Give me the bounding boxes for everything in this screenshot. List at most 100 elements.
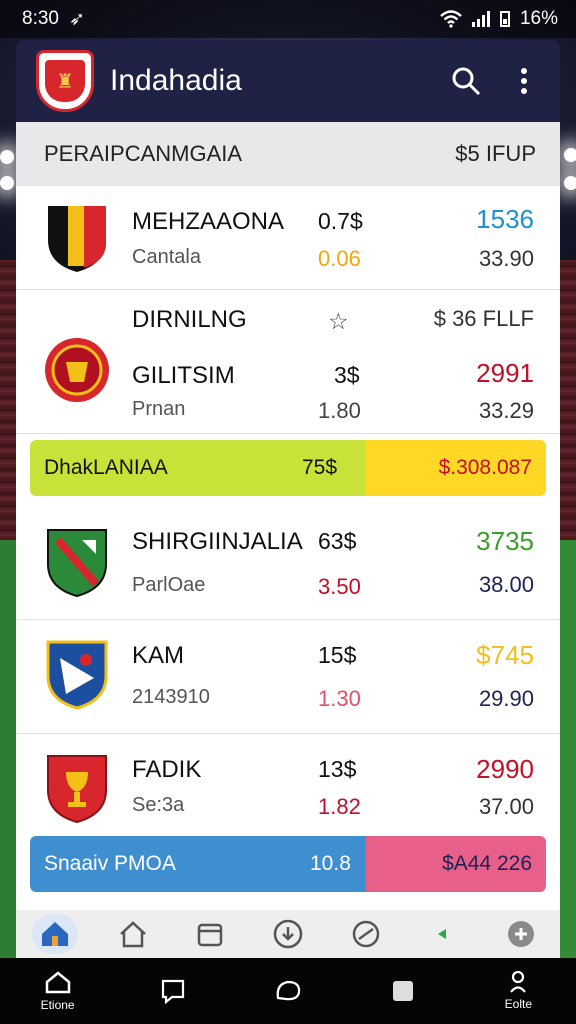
team-subtitle: ParlOae <box>132 574 206 596</box>
odds-panel: PERAIPCANMGAIA $5 IFUP MEHZAAONA Cantala… <box>16 122 560 958</box>
odds-percent[interactable]: 13$ <box>318 756 356 783</box>
banner-value: $A44 226 <box>442 852 532 875</box>
team-subtitle: 2143910 <box>132 686 210 708</box>
system-nav-bar: Etione Eolte <box>0 958 576 1024</box>
odds-percent[interactable]: 63$ <box>318 528 356 555</box>
odds-percent[interactable]: 15$ <box>318 642 356 669</box>
status-time: 8:30 <box>22 8 59 29</box>
home-icon <box>45 971 70 994</box>
tab-live[interactable] <box>420 914 466 954</box>
settings-icon <box>508 921 535 947</box>
tab-home-active[interactable] <box>31 914 78 954</box>
home-outline-icon <box>119 921 146 948</box>
team-subtitle: Cantala <box>132 246 201 268</box>
odds-value[interactable]: 1.82 <box>318 794 361 820</box>
app-bar: ♜ Indahadia <box>16 40 560 122</box>
price-bottom: 37.00 <box>478 794 534 819</box>
odds-value[interactable]: 1.30 <box>318 686 361 712</box>
promo-banner[interactable]: Snaaiv PMOA 10.8 $A44 226 <box>30 836 546 892</box>
banner-label: Snaaiv PMOA <box>44 852 176 875</box>
floodlight <box>0 176 14 190</box>
tab-target[interactable] <box>343 914 389 954</box>
team-crest-icon <box>46 640 108 710</box>
back-icon <box>161 979 184 1004</box>
odds-value[interactable]: 1.80 <box>318 398 361 424</box>
odds-value[interactable]: 0.06 <box>318 246 361 272</box>
status-bar: 8:30 ➶ 16% <box>0 0 576 38</box>
team-name: FADIK <box>132 756 202 783</box>
search-icon <box>452 67 481 96</box>
team-crest-icon <box>48 206 106 272</box>
floodlight <box>0 150 14 164</box>
eagle-icon: ♜ <box>45 60 85 102</box>
banner-percent: 75$ <box>302 456 338 479</box>
match-row[interactable]: MEHZAAONA Cantala 0.7$ 0.06 1536 33.90 <box>16 186 560 290</box>
app-title: Indahadia <box>110 64 242 97</box>
price-bottom: 38.00 <box>478 572 534 597</box>
tab-settings[interactable] <box>498 914 544 954</box>
nav-chat-button[interactable] <box>248 978 328 1004</box>
odds-value[interactable]: 3.50 <box>318 574 361 600</box>
team-name: GILITSIM <box>132 362 235 389</box>
more-options-button[interactable] <box>504 61 544 101</box>
odds-percent[interactable]: 0.7$ <box>318 208 363 235</box>
nav-recents-button[interactable] <box>363 979 443 1003</box>
group-header-right: $ 36 FLLF <box>433 306 534 331</box>
nav-home-label: Etione <box>40 998 75 1012</box>
star-icon[interactable]: ☆ <box>328 308 349 335</box>
team-crest-icon <box>47 529 107 598</box>
price-bottom: 33.90 <box>478 246 534 271</box>
banner-percent: 10.8 <box>310 852 351 875</box>
search-button[interactable] <box>446 61 486 101</box>
battery-icon <box>499 11 510 27</box>
team-name: KAM <box>132 642 185 669</box>
home-icon <box>41 922 68 946</box>
profile-icon <box>510 971 527 993</box>
team-name: SHIRGIINJALIA <box>132 528 303 555</box>
team-name: MEHZAAONA <box>132 208 285 235</box>
wifi-icon <box>440 10 462 28</box>
odds-percent[interactable]: 3$ <box>334 362 360 389</box>
match-row[interactable]: FADIK Se:3a 13$ 1.82 2990 37.00 <box>16 734 560 840</box>
price-top: 3735 <box>476 526 534 556</box>
more-vert-icon <box>521 68 527 94</box>
match-row[interactable]: DIRNILNG ☆ $ 36 FLLF GILITSIM Prnan 3$ 1… <box>16 290 560 434</box>
recents-icon <box>393 981 414 1001</box>
floodlight <box>564 148 576 162</box>
price-bottom: 33.29 <box>478 398 534 423</box>
nav-back-button[interactable] <box>133 978 213 1004</box>
section-title: PERAIPCANMGAIA <box>44 141 243 166</box>
team-crest-icon <box>47 755 107 824</box>
app-logo: ♜ <box>36 50 94 112</box>
price-top: 2991 <box>476 358 534 388</box>
target-icon <box>352 920 379 948</box>
team-crest-icon <box>45 338 109 402</box>
section-right-value: $5 IFUP <box>455 141 536 166</box>
section-header: PERAIPCANMGAIA $5 IFUP <box>16 122 560 186</box>
nav-profile-button[interactable]: Eolte <box>478 971 558 1011</box>
floodlight <box>564 176 576 190</box>
battery-percent: 16% <box>519 8 558 29</box>
price-top: 2990 <box>476 754 534 784</box>
bottom-tab-bar <box>16 910 560 958</box>
chat-icon <box>276 980 301 1001</box>
download-icon <box>273 919 303 949</box>
promo-banner[interactable]: DhakLANIAA 75$ $.308.087 <box>30 440 546 496</box>
price-bottom: 29.90 <box>478 686 534 711</box>
nav-profile-label: Eolte <box>504 997 533 1011</box>
price-top: $745 <box>476 640 534 670</box>
nav-home-button[interactable]: Etione <box>18 970 98 1012</box>
match-row[interactable]: SHIRGIINJALIA ParlOae 63$ 3.50 3735 38.0… <box>16 506 560 620</box>
navigation-arrow-icon: ➶ <box>68 8 85 30</box>
signal-icon <box>471 11 490 27</box>
tab-home[interactable] <box>110 914 156 954</box>
group-header-left: DIRNILNG <box>132 306 247 333</box>
team-subtitle: Prnan <box>132 398 186 420</box>
price-top: 1536 <box>476 204 534 234</box>
tab-calendar[interactable] <box>187 914 233 954</box>
tab-download[interactable] <box>265 914 311 954</box>
play-indicator-icon <box>438 929 447 939</box>
banner-value: $.308.087 <box>438 456 532 479</box>
team-subtitle: Se:3a <box>132 794 185 816</box>
match-row[interactable]: KAM 2143910 15$ 1.30 $745 29.90 <box>16 620 560 734</box>
